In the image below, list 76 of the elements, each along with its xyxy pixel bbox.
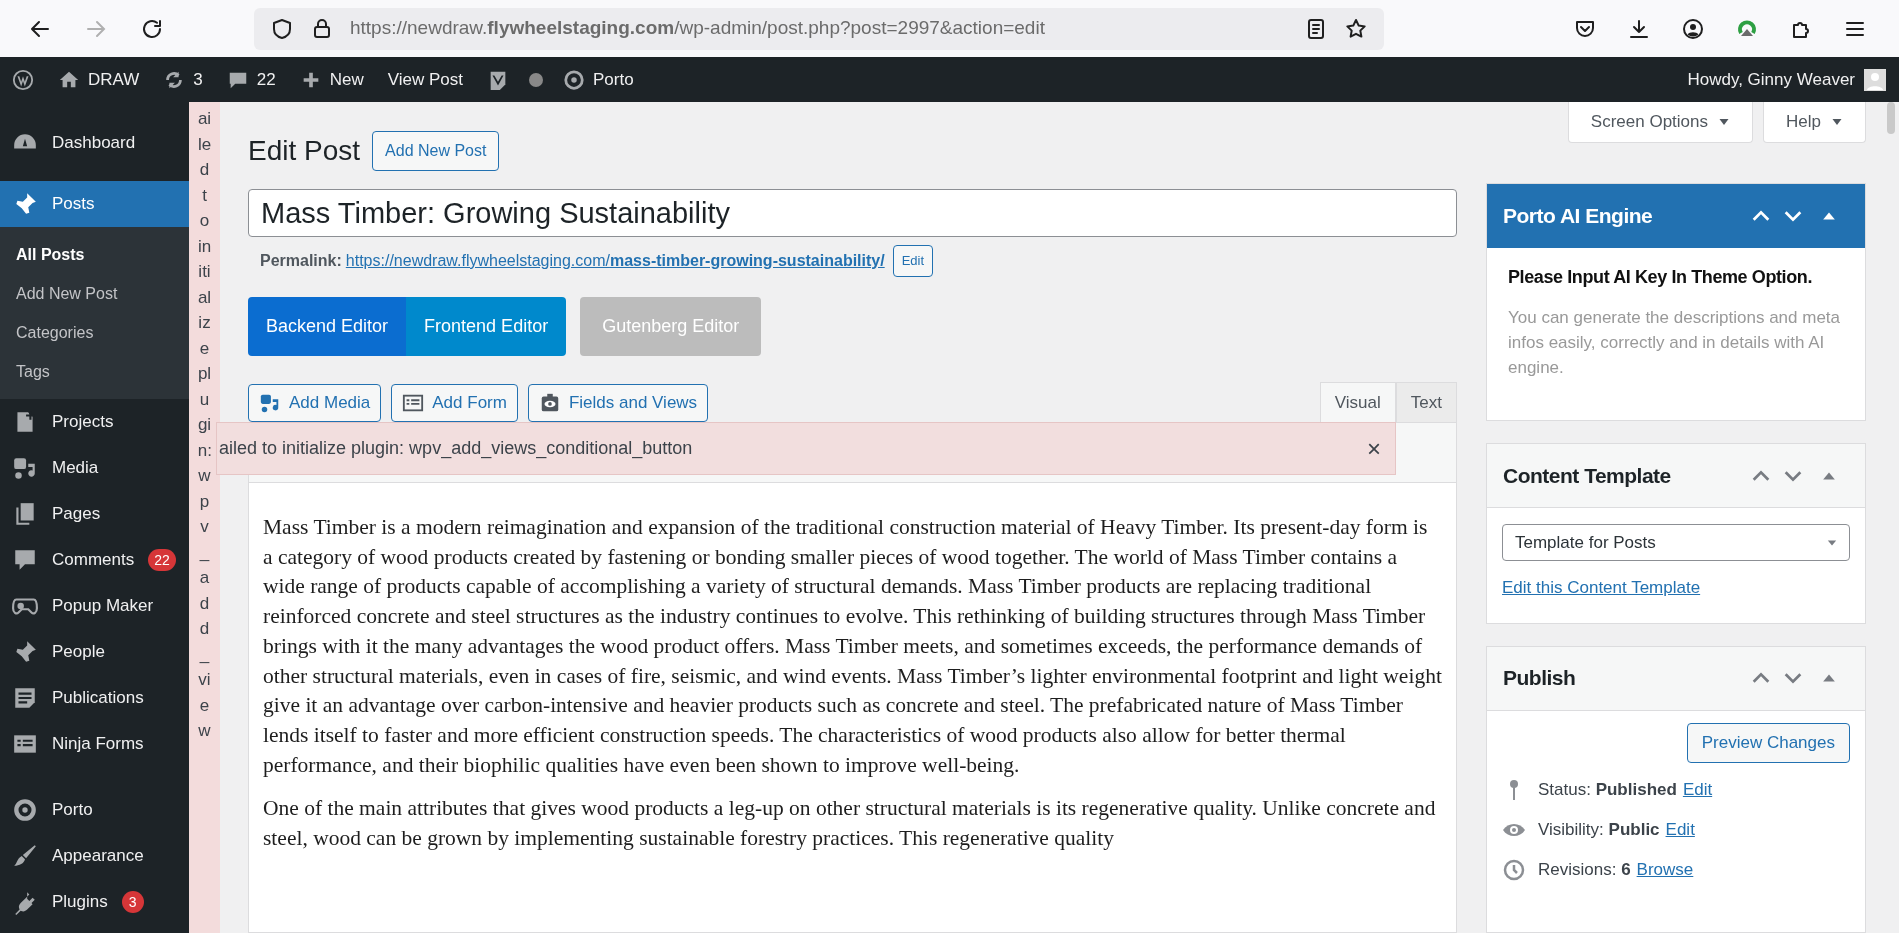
submenu-item[interactable]: Categories: [0, 313, 189, 352]
editor-mode-button[interactable]: Backend Editor: [248, 297, 407, 356]
address-bar[interactable]: https://newdraw.flywheelstaging.com/wp-admin/post.php?post=2997&action=edit: [254, 7, 1384, 50]
media-icon: [12, 455, 38, 481]
submenu-item[interactable]: Tags: [0, 352, 189, 391]
publish-info: Revisions: 6: [1538, 858, 1631, 881]
scrollbar-thumb[interactable]: [1887, 102, 1895, 134]
wordpress-logo-icon: [12, 68, 34, 91]
media-button[interactable]: Add Form: [391, 384, 518, 422]
editor-mode-button[interactable]: Frontend Editor: [406, 297, 567, 356]
count-badge: 3: [121, 891, 144, 913]
template-select[interactable]: Template for Posts: [1502, 524, 1850, 561]
account-icon[interactable]: [1681, 16, 1705, 41]
submenu-item[interactable]: All Posts: [0, 235, 189, 274]
new-content-link[interactable]: New: [287, 57, 376, 102]
ai-description: You can generate the descriptions and meta infos easily, correctly and in details with AI engine.: [1508, 307, 1842, 379]
sidebar-item[interactable]: Appearance: [0, 833, 189, 879]
history-icon: [1502, 857, 1526, 882]
target-icon: [12, 797, 38, 823]
updates-link[interactable]: 3: [151, 57, 215, 102]
panel-title: Publish: [1503, 665, 1577, 692]
panel-title: Porto AI Engine: [1503, 202, 1654, 229]
ai-key-prompt: Please Input AI Key In Theme Option.: [1508, 266, 1813, 289]
media-button[interactable]: Fields and Views: [527, 384, 709, 422]
count-badge: 22: [148, 549, 176, 571]
sidebar-item[interactable]: Porto: [0, 787, 189, 833]
page-title: Edit Post: [248, 134, 361, 168]
sidebar-item[interactable]: Pages: [0, 491, 189, 537]
sidebar-item[interactable]: People: [0, 629, 189, 675]
url-text: https://newdraw.flywheelstaging.com/wp-admin/post.php?post=2997&action=edit: [350, 16, 1045, 41]
editor-tab[interactable]: Visual: [1319, 382, 1396, 422]
screen-options-button[interactable]: Screen Options: [1567, 102, 1754, 143]
comments-link[interactable]: 22: [214, 57, 288, 102]
sidebar-item[interactable]: Comments 22: [0, 537, 189, 583]
sidebar-item[interactable]: Dashboard: [0, 120, 189, 166]
edit-template-link[interactable]: Edit this Content Template: [1502, 575, 1850, 601]
publish-info: Status: Published: [1538, 778, 1677, 801]
body-paragraph: Mass Timber is a modern reimagination and expansion of the traditional construction material of Heavy Timber. Its present-day form is a category of wood products created by fastening or bonding smaller pieces of wood together. The world of Mass Timber contains a wide range of products capable of accomplishing a variety of structural demands. Mass Timber products are replacing traditional reinforced concrete and steel structures as the industry continues to evolve. This rethinking of building structures through Mass Timber brings with it the many advantages the wood product offers. Mass Timber meets, and sometimes exceeds, the performance demands of other structural materials, even in cases of fire, seismic, and wind events. Mass Timber’s lighter environmental footprint and light weight give it an advantage over carbon-intensive and heavier products such as concrete and steel. The prefabricated nature of Mass Timber lends itself to faster and more efficient construction speeds. The characteristics of wood products also allow for better thermal performance, and their biophilic qualities have even been shown to improve well-being.: [263, 514, 1442, 779]
form-icon: [402, 392, 425, 414]
account-menu[interactable]: Howdy, Ginny Weaver: [1675, 57, 1899, 102]
media-button[interactable]: Add Media: [248, 384, 382, 422]
star-icon[interactable]: [1344, 16, 1368, 41]
sidebar-item[interactable]: Popup Maker: [0, 583, 189, 629]
target-icon: [563, 68, 585, 91]
porto-link[interactable]: Porto: [551, 57, 646, 102]
camera-music-icon: [259, 392, 281, 414]
editor-tab[interactable]: Text: [1395, 382, 1457, 422]
brush-icon: [12, 843, 38, 869]
sidebar-item[interactable]: Publications: [0, 675, 189, 721]
error-notice-text: ailed to initialize plugin: wpv_add_view: [197, 108, 212, 742]
document-icon: [12, 685, 38, 711]
sidebar-item[interactable]: Posts: [0, 181, 189, 227]
sidebar-item[interactable]: Projects: [0, 399, 189, 445]
sidebar-item[interactable]: Ninja Forms: [0, 721, 189, 767]
avatar-icon: [1863, 67, 1887, 92]
submenu-item[interactable]: Add New Post: [0, 274, 189, 313]
sidebar-item[interactable]: Media: [0, 445, 189, 491]
add-new-post-button[interactable]: Add New Post: [372, 131, 500, 171]
close-button[interactable]: ×: [1367, 436, 1381, 461]
site-name-link[interactable]: DRAW: [46, 57, 152, 102]
edit-link[interactable]: Edit: [1665, 816, 1695, 843]
post-title-field[interactable]: Mass Timber: Growing Sustainability: [248, 189, 1457, 237]
edit-permalink-button[interactable]: Edit: [892, 245, 934, 277]
body-paragraph: One of the main attributes that gives wood products a leg-up on other structural materials is its regenerative quality. Unlike concrete and steel, wood can be grown by implementing sustainable forestry practices. This regenerative quality: [263, 795, 1437, 853]
panel-title: Content Template: [1503, 462, 1672, 489]
shield-icon: [270, 16, 294, 41]
view-post-link[interactable]: View Post: [375, 57, 475, 102]
sidebar-item[interactable]: Plugins 3: [0, 879, 189, 925]
publish-info: Visibility: Public: [1538, 818, 1660, 841]
edit-link[interactable]: Edit: [1682, 776, 1713, 803]
edit-link[interactable]: Browse: [1636, 856, 1694, 883]
permalink-link[interactable]: https://newdraw.flywheelstaging.com/mass-timber-growing-sustainability/: [345, 249, 885, 273]
permalink-label: Permalink:: [260, 251, 342, 271]
error-notice-text: ailed to initialize plugin: wpv_add_views_conditional_button: [219, 437, 694, 461]
help-button[interactable]: Help: [1763, 102, 1866, 143]
preview-changes-button[interactable]: Preview Changes: [1686, 722, 1850, 763]
